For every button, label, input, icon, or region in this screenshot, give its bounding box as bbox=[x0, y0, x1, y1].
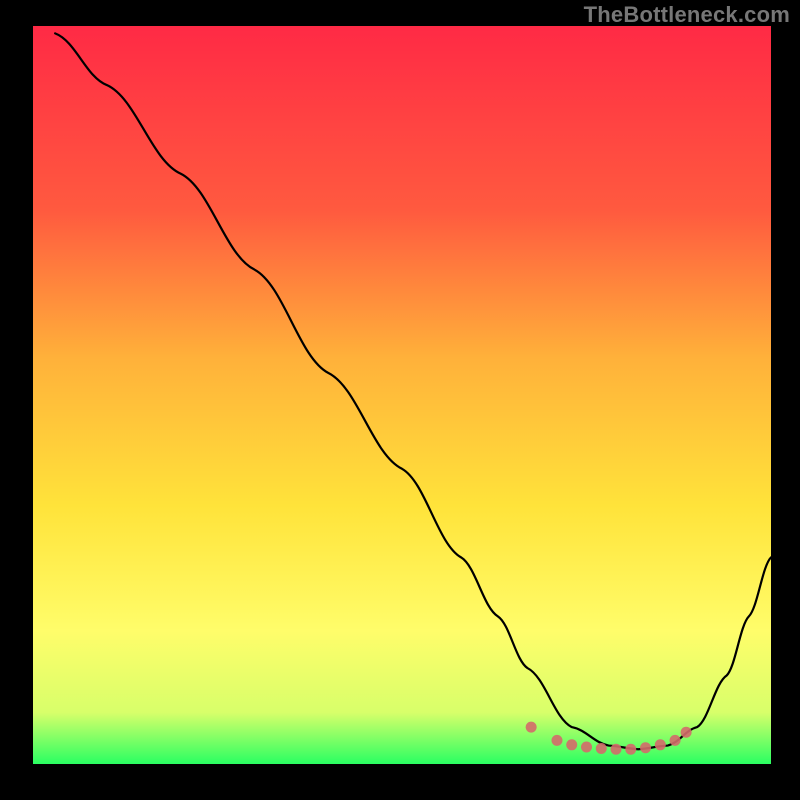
gradient-fill bbox=[33, 26, 771, 764]
marker-point bbox=[670, 735, 681, 746]
marker-point bbox=[681, 727, 692, 738]
marker-point bbox=[566, 739, 577, 750]
marker-point bbox=[581, 742, 592, 753]
marker-point bbox=[596, 743, 607, 754]
marker-point bbox=[655, 739, 666, 750]
plot-area bbox=[33, 26, 771, 764]
marker-point bbox=[526, 722, 537, 733]
marker-point bbox=[551, 735, 562, 746]
watermark-text: TheBottleneck.com bbox=[584, 2, 790, 28]
chart-container: TheBottleneck.com bbox=[0, 0, 800, 800]
marker-point bbox=[625, 744, 636, 755]
marker-point bbox=[611, 744, 622, 755]
marker-point bbox=[640, 742, 651, 753]
bottleneck-chart bbox=[33, 26, 771, 764]
